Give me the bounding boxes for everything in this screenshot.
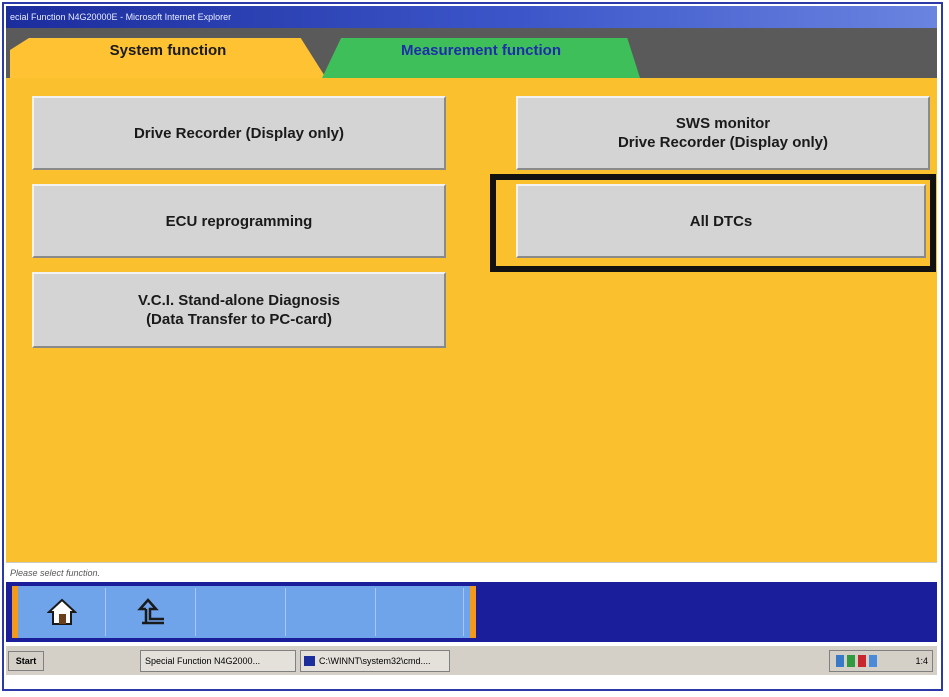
start-button[interactable]: Start [8,651,44,671]
all-dtcs-button[interactable]: All DTCs [516,184,926,258]
ecu-reprogramming-button[interactable]: ECU reprogramming [32,184,446,258]
clock: 1:4 [915,656,928,666]
home-button[interactable] [18,588,106,636]
cmd-icon [304,656,315,666]
tray-icons [836,655,877,667]
vci-label-line2: (Data Transfer to PC-card) [146,311,332,328]
back-button[interactable] [108,588,196,636]
taskbar-item-special-function[interactable]: Special Function N4G2000... [140,650,296,672]
windows-taskbar: Start Special Function N4G2000... C:\WIN… [6,645,937,675]
tab-strip: System function Measurement function [6,28,937,78]
tab-system-function[interactable]: System function [10,38,326,78]
tab-measurement-function-label: Measurement function [400,42,562,59]
vci-stand-alone-diagnosis-button[interactable]: V.C.I. Stand-alone Diagnosis (Data Trans… [32,272,446,348]
taskbar-item-cmd[interactable]: C:\WINNT\system32\cmd.... [300,650,450,672]
alert-icon[interactable] [858,655,866,667]
taskbar-item-label: C:\WINNT\system32\cmd.... [319,656,431,666]
sws-monitor-drive-recorder-button[interactable]: SWS monitor Drive Recorder (Display only… [516,96,930,170]
taskbar-item-label: Special Function N4G2000... [145,656,261,666]
vci-label-line1: V.C.I. Stand-alone Diagnosis [138,292,340,309]
system-tray: 1:4 [829,650,933,672]
home-icon [46,598,77,625]
drive-recorder-label: Drive Recorder (Display only) [133,124,345,142]
status-bar: Please select function. [6,562,937,582]
network-icon[interactable] [836,655,844,667]
drive-recorder-button[interactable]: Drive Recorder (Display only) [32,96,446,170]
toolbar-button-panel [12,586,476,638]
window-title: ecial Function N4G20000E - Microsoft Int… [10,12,232,22]
all-dtcs-label: All DTCs [689,212,753,230]
bottom-toolbar [6,582,937,642]
window-title-bar: ecial Function N4G20000E - Microsoft Int… [6,6,937,28]
tab-measurement-function[interactable]: Measurement function [322,38,640,78]
status-message: Please select function. [10,568,101,578]
toolbar-empty-button-5[interactable] [378,588,464,636]
sws-monitor-label-line1: SWS monitor [675,115,771,132]
volume-icon[interactable] [847,655,855,667]
toolbar-empty-button-3[interactable] [198,588,286,636]
device-icon[interactable] [869,655,877,667]
sws-monitor-label-line2: Drive Recorder (Display only) [617,134,829,151]
toolbar-empty-button-4[interactable] [288,588,376,636]
back-arrow-icon [136,598,164,625]
tab-system-function-label: System function [109,42,227,59]
ecu-reprogramming-label: ECU reprogramming [165,212,313,230]
start-label: Start [15,656,37,666]
